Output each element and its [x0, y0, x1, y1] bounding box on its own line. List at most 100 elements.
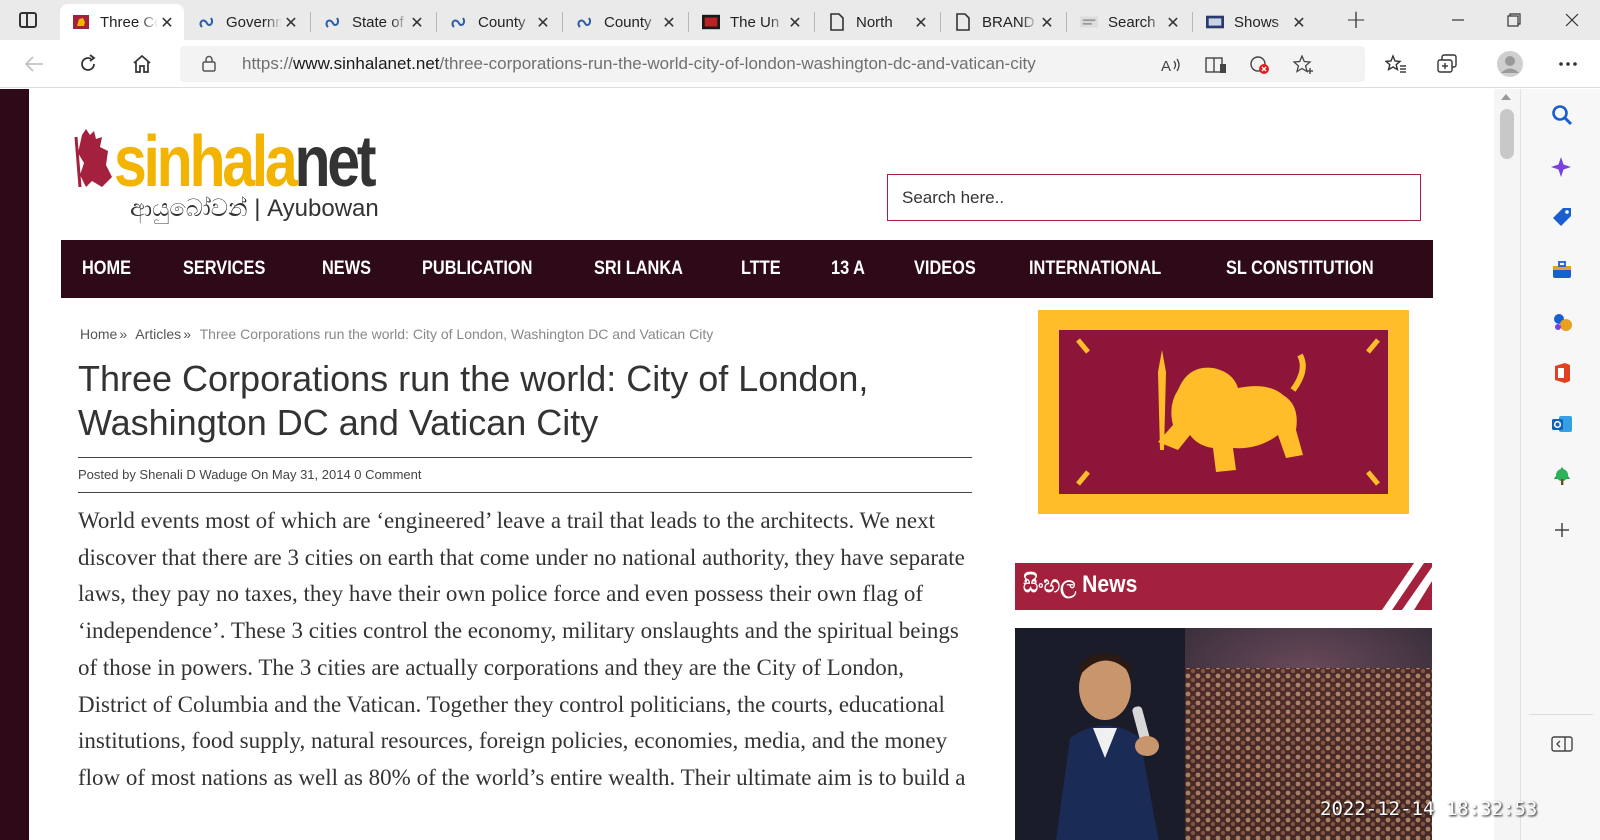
sinhala-news-header[interactable]: සිංහල News [1015, 563, 1432, 610]
tab-county-2[interactable]: County ✕ [564, 4, 686, 40]
nav-13a[interactable]: 13 A [831, 258, 865, 280]
shows-favicon [1206, 13, 1224, 31]
nav-sri-lanka[interactable]: SRI LANKA [594, 258, 683, 280]
sinhala-news-title: සිංහල News [1023, 571, 1138, 598]
tab-separator [688, 12, 689, 32]
tab-separator [814, 12, 815, 32]
tab-the-un[interactable]: The Un ✕ [690, 4, 812, 40]
tab-actions-button[interactable] [8, 6, 48, 34]
article-meta: Posted by Shenali D Waduge On May 31, 20… [78, 457, 972, 493]
close-window-button[interactable] [1548, 4, 1596, 36]
tab-separator [436, 12, 437, 32]
url-host: www.sinhalanet.net [293, 54, 440, 73]
collections-button[interactable] [1432, 48, 1464, 80]
tab-north[interactable]: North ✕ [816, 4, 938, 40]
tab-county-1[interactable]: County ✕ [438, 4, 560, 40]
tab-shows[interactable]: Shows ✕ [1194, 4, 1316, 40]
nav-sl-constitution[interactable]: SL CONSTITUTION [1226, 258, 1374, 280]
tab-title: BRAND [982, 13, 1035, 31]
close-tab-icon[interactable]: ✕ [534, 13, 552, 32]
settings-menu-button[interactable] [1552, 48, 1584, 80]
immersive-reader-icon[interactable] [1204, 53, 1228, 77]
add-sidebar-app-icon[interactable] [1549, 517, 1575, 543]
tab-separator [1192, 12, 1193, 32]
search-icon[interactable] [1549, 102, 1575, 128]
nav-publication[interactable]: PUBLICATION [422, 258, 532, 280]
close-tab-icon[interactable]: ✕ [660, 13, 678, 32]
edge-sidebar [1520, 89, 1600, 840]
article-body: World events most of which are ‘engineer… [78, 508, 966, 790]
games-icon[interactable] [1549, 309, 1575, 335]
link-icon [198, 13, 216, 31]
breadcrumb: Home» Articles» Three Corporations run t… [80, 326, 714, 342]
document-icon [828, 13, 846, 31]
nav-international[interactable]: INTERNATIONAL [1029, 258, 1161, 280]
search-input[interactable] [888, 175, 1420, 220]
back-button[interactable] [18, 48, 50, 80]
close-tab-icon[interactable]: ✕ [408, 13, 426, 32]
site-search[interactable] [887, 174, 1421, 221]
tab-title: North [856, 13, 893, 31]
nav-services[interactable]: SERVICES [183, 258, 265, 280]
scrollbar-thumb[interactable] [1500, 109, 1514, 159]
tab-title: State of [352, 13, 404, 31]
tab-title: Shows [1234, 13, 1280, 31]
tab-state-of[interactable]: State of ✕ [312, 4, 434, 40]
close-tab-icon[interactable]: ✕ [1038, 13, 1056, 32]
nav-ltte[interactable]: LTTE [741, 258, 781, 280]
close-tab-icon[interactable]: ✕ [1290, 13, 1308, 32]
outlook-icon[interactable] [1549, 411, 1575, 437]
home-button[interactable] [126, 48, 158, 80]
vertical-scrollbar[interactable] [1494, 89, 1520, 840]
tree-icon[interactable] [1549, 463, 1575, 489]
address-bar[interactable]: https://www.sinhalanet.net/three-corpora… [180, 46, 1365, 82]
discover-icon[interactable] [1549, 154, 1575, 180]
main-nav: HOME SERVICES NEWS PUBLICATION SRI LANKA… [61, 240, 1520, 298]
minimize-button[interactable] [1434, 4, 1482, 36]
refresh-button[interactable] [72, 48, 104, 80]
read-aloud-icon[interactable]: A [1160, 53, 1184, 77]
tools-icon[interactable] [1549, 257, 1575, 283]
favorites-button[interactable] [1380, 48, 1412, 80]
restore-button[interactable] [1490, 4, 1538, 36]
tab-search[interactable]: Search ✕ [1068, 4, 1190, 40]
article-meta-text: Posted by Shenali D Waduge On May 31, 20… [78, 467, 422, 482]
tab-three-corporations[interactable]: Three Corporations run the world ✕ [60, 4, 184, 40]
nav-videos[interactable]: VIDEOS [914, 258, 976, 280]
breadcrumb-current: Three Corporations run the world: City o… [199, 326, 714, 342]
profile-avatar[interactable] [1494, 48, 1526, 80]
tab-brand[interactable]: BRAND ✕ [942, 4, 1064, 40]
hide-sidebar-icon[interactable] [1549, 731, 1575, 757]
sinhalanet-favicon [72, 13, 90, 31]
shopping-tag-icon[interactable] [1549, 204, 1575, 230]
tab-separator [940, 12, 941, 32]
new-tab-button[interactable]: + [1340, 5, 1372, 35]
office-icon[interactable] [1549, 360, 1575, 386]
recording-timestamp: 2022-12-14 18:32:53 [1320, 798, 1538, 820]
add-favorite-icon[interactable] [1292, 53, 1316, 77]
breadcrumb-articles[interactable]: Articles [135, 326, 181, 342]
sri-lanka-flag-image[interactable] [1038, 310, 1409, 514]
sidebar-divider [1529, 714, 1593, 715]
video-favicon [702, 13, 720, 31]
close-tab-icon[interactable]: ✕ [158, 13, 176, 32]
close-tab-icon[interactable]: ✕ [1164, 13, 1182, 32]
breadcrumb-home[interactable]: Home [80, 326, 117, 342]
url-text[interactable]: https://www.sinhalanet.net/three-corpora… [242, 54, 1036, 74]
close-tab-icon[interactable]: ✕ [912, 13, 930, 32]
close-tab-icon[interactable]: ✕ [786, 13, 804, 32]
logo-tagline: ආයුබෝවන් | Ayubowan [130, 195, 379, 222]
vertical-tabs-icon [19, 12, 37, 28]
link-icon [576, 13, 594, 31]
site-logo[interactable]: sinhalanet ආයුබෝවන් | Ayubowan [72, 117, 422, 227]
lock-icon[interactable] [202, 55, 216, 72]
nav-home[interactable]: HOME [82, 258, 131, 280]
nav-news[interactable]: NEWS [322, 258, 371, 280]
tab-government[interactable]: Government ✕ [186, 4, 308, 40]
tracking-prevention-icon[interactable] [1248, 53, 1272, 77]
decorative-stripes [1382, 563, 1432, 610]
scroll-up-arrow[interactable] [1501, 94, 1511, 100]
tab-title: Government [226, 13, 282, 31]
search-favicon [1080, 13, 1098, 31]
close-tab-icon[interactable]: ✕ [282, 13, 300, 32]
